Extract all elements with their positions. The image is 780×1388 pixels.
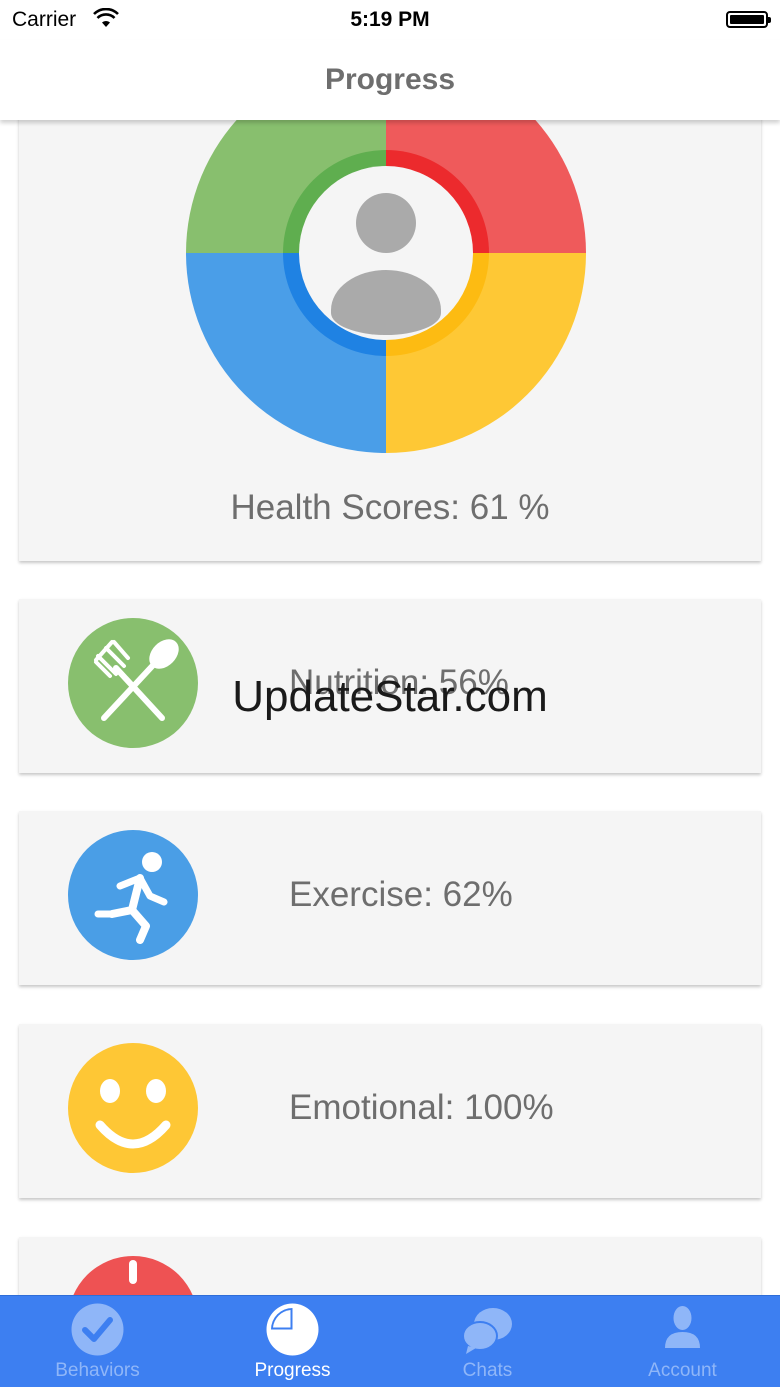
health-score-label: Health Scores: 61 % [230,488,550,527]
progress-content[interactable]: Health Scores: 61 % Nutrition: 56% Exerc… [0,120,780,1295]
smiley-face-icon [68,1043,198,1173]
tab-behaviors[interactable]: Behaviors [0,1296,195,1388]
status-time: 5:19 PM [350,8,430,31]
tab-account-label: Account [648,1360,717,1381]
exercise-label: Exercise: 62% [289,875,513,914]
tab-chats[interactable]: Chats [390,1296,585,1388]
exercise-card[interactable]: Exercise: 62% [19,811,761,985]
health-score-chart [186,120,586,453]
health-score-card: Health Scores: 61 % [19,120,761,561]
status-bar: Carrier 5:19 PM [0,0,780,40]
pie-chart-icon [266,1303,319,1356]
page-title: Progress [324,63,456,96]
checkmark-circle-icon [71,1303,124,1356]
running-person-icon [68,830,198,960]
chat-bubbles-icon [462,1308,512,1354]
emotional-card[interactable]: Emotional: 100% [19,1024,761,1198]
person-icon [665,1306,700,1348]
alert-icon [68,1256,198,1295]
watermark-text: UpdateStar.com [232,672,548,721]
tab-bar: Behaviors Progress Chats Account [0,1295,780,1387]
emotional-label: Emotional: 100% [289,1088,554,1127]
tab-progress-label: Progress [254,1360,331,1381]
navigation-bar: Progress [0,40,780,120]
alert-card[interactable] [19,1237,761,1295]
tab-account[interactable]: Account [585,1296,780,1388]
tab-chats-label: Chats [462,1360,513,1381]
battery-icon [726,11,771,28]
tab-progress[interactable]: Progress [195,1296,390,1388]
tab-behaviors-label: Behaviors [55,1360,140,1381]
